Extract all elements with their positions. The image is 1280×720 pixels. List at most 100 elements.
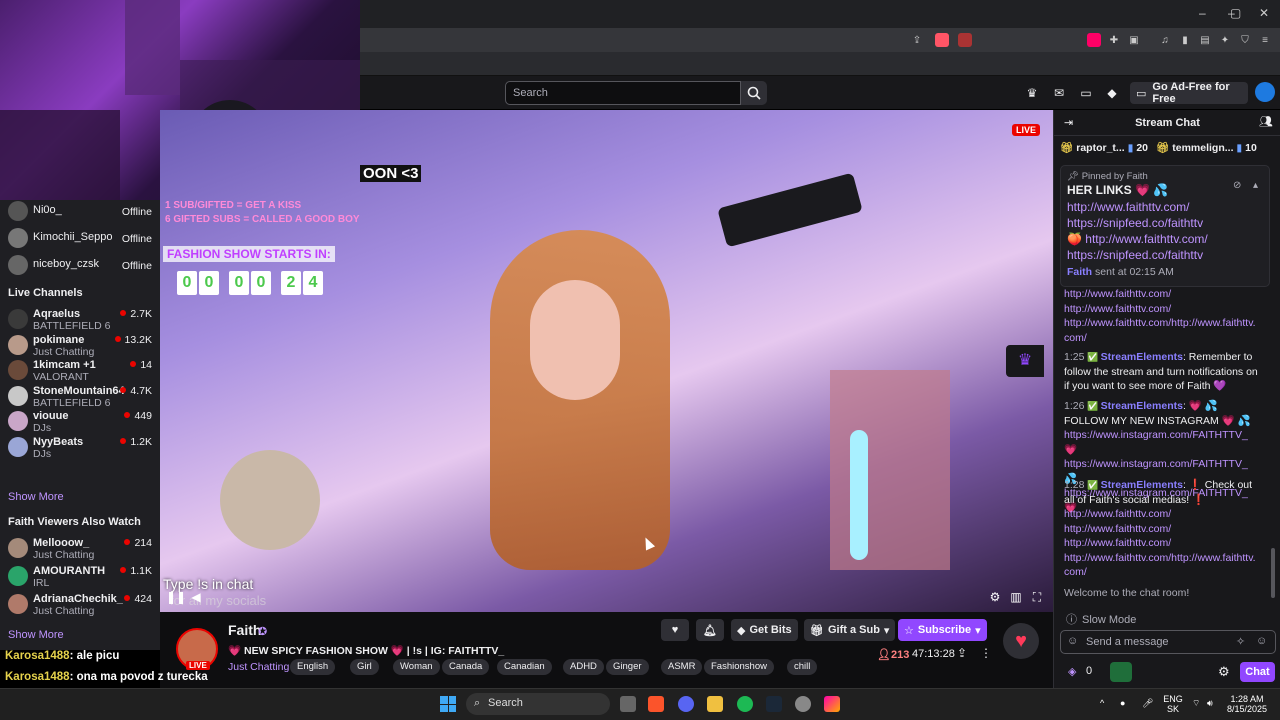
show-more-also-link[interactable]: Show More	[8, 629, 64, 641]
pinned-link[interactable]: https://snipfeed.co/faithttv	[1067, 215, 1267, 231]
community-icon[interactable]: 👥︎	[1259, 115, 1273, 128]
close-window-button[interactable]: ✕	[1259, 6, 1269, 20]
chat-send-button[interactable]: Chat	[1240, 662, 1275, 682]
chat-username[interactable]: StreamElements	[1101, 351, 1183, 363]
menu-icon[interactable]: ≡	[1258, 33, 1272, 47]
pinned-link[interactable]: https://snipfeed.co/faithttv	[1067, 247, 1267, 263]
volume-icon[interactable]: 🔊︎	[1207, 698, 1213, 708]
category-link[interactable]: Just Chatting	[228, 661, 289, 673]
microphone-icon[interactable]: 🎤︎	[1142, 698, 1153, 708]
hide-pin-icon[interactable]: ⊘	[1233, 180, 1241, 191]
puzzle-icon[interactable]: ✚	[1107, 33, 1121, 47]
top-gifter[interactable]: 🎁︎ raptor_t... ▮ 20	[1060, 142, 1148, 154]
vpn-icon[interactable]: ⛉	[1238, 33, 1252, 47]
sidebar-also-channel[interactable]: AdrianaChechik_ Just Chatting 424	[8, 590, 156, 620]
fullscreen-icon[interactable]: ⛶	[1030, 590, 1044, 604]
notifications-button[interactable]: 🔔︎	[696, 619, 724, 641]
video-player[interactable]	[160, 110, 1053, 612]
language-indicator[interactable]: ENG SK	[1163, 694, 1183, 714]
sidebar-also-channel[interactable]: Mellooow_ Just Chatting 214	[8, 534, 156, 564]
volume-icon[interactable]: ◀	[189, 590, 203, 604]
chat-settings-icon[interactable]: ⚙	[1218, 664, 1230, 680]
stream-tag[interactable]: ADHD	[563, 659, 604, 675]
theatre-mode-icon[interactable]: ▥	[1009, 590, 1023, 604]
sidebar-also-channel[interactable]: AMOURANTH IRL 1.1K	[8, 562, 156, 592]
search-input[interactable]: Search	[505, 81, 741, 105]
top-gifter[interactable]: 🎁︎ temmelign... ▮ 10	[1156, 142, 1257, 154]
app-icon[interactable]	[795, 696, 811, 712]
whispers-icon[interactable]: ▭	[1078, 85, 1094, 101]
settings-icon[interactable]: ⚙	[988, 590, 1002, 604]
chat-link[interactable]: http://www.faithttv.com/http://www.faith…	[1064, 551, 1260, 566]
task-view-icon[interactable]	[620, 696, 636, 712]
chat-username[interactable]: StreamElements	[1101, 479, 1183, 491]
brave-browser-icon[interactable]	[648, 696, 664, 712]
collapse-chat-icon[interactable]: ⇥	[1064, 116, 1073, 129]
streamer-name[interactable]: Faith	[228, 622, 261, 638]
chat-link[interactable]: http://www.faithttv.com/	[1064, 302, 1260, 317]
stream-tag[interactable]: Ginger	[606, 659, 649, 675]
stream-tag[interactable]: English	[290, 659, 336, 675]
file-explorer-icon[interactable]	[707, 696, 723, 712]
magic-icon[interactable]: ✧	[1236, 635, 1245, 648]
extension-icon[interactable]	[1087, 33, 1101, 47]
chat-link[interactable]: https://www.instagram.com/FAITHTTV_ 💗	[1064, 428, 1260, 457]
tray-app-icon[interactable]: ●	[1120, 698, 1125, 708]
taskbar-search[interactable]: Search	[466, 693, 610, 715]
brave-rewards-icon[interactable]	[958, 33, 972, 47]
clock[interactable]: 1:28 AM 8/15/2025	[1224, 694, 1270, 714]
stream-tag[interactable]: Girl	[350, 659, 379, 675]
chat-link[interactable]: http://www.faithttv.com/	[1064, 507, 1260, 522]
gift-sub-button[interactable]: 🎁︎ Gift a Sub ▾	[804, 619, 896, 641]
get-bits-button[interactable]: ◆ Get Bits	[731, 619, 798, 641]
discord-icon[interactable]	[678, 696, 694, 712]
stream-tag[interactable]: Canadian	[497, 659, 552, 675]
more-options-icon[interactable]: ⋮	[980, 646, 992, 660]
sidebar-followed-channel[interactable]: Kimochii_Seppo Offline	[8, 224, 156, 254]
steam-icon[interactable]	[766, 696, 782, 712]
prediction-icon[interactable]	[1110, 662, 1132, 682]
wallet-icon[interactable]: ▤	[1198, 33, 1212, 47]
start-icon[interactable]	[440, 696, 456, 712]
chat-link[interactable]: http://www.faithttv.com/http://www.faith…	[1064, 316, 1260, 331]
chat-link[interactable]: http://www.faithttv.com/	[1064, 522, 1260, 537]
stream-tag[interactable]: Fashionshow	[704, 659, 774, 675]
pinned-link[interactable]: http://www.faithttv.com/	[1067, 199, 1267, 215]
chat-link[interactable]: com/	[1064, 565, 1260, 580]
follow-heart-button[interactable]: ♥	[661, 619, 689, 641]
stream-tag[interactable]: Canada	[442, 659, 490, 675]
sidebar-live-channel[interactable]: NyyBeats DJs 1.2K	[8, 433, 156, 463]
minimize-window-button[interactable]: –	[1199, 6, 1206, 20]
sidebar-followed-channel[interactable]: niceboy_czsk Offline	[8, 251, 156, 281]
emoji-icon[interactable]: ☺	[1256, 635, 1267, 647]
subscribe-button[interactable]: ☆ Subscribe ▾	[898, 619, 987, 641]
sidebar-icon[interactable]: ▮	[1178, 33, 1192, 47]
chat-username[interactable]: StreamElements	[1101, 400, 1183, 412]
stream-tag[interactable]: chill	[787, 659, 818, 675]
chat-link[interactable]: http://www.faithttv.com/	[1064, 536, 1260, 551]
hype-heart-button[interactable]: ♥	[1003, 623, 1039, 659]
chevron-up-icon[interactable]: ▴	[1253, 180, 1258, 191]
share-icon[interactable]: ⇪	[957, 646, 967, 660]
user-avatar[interactable]	[1255, 82, 1275, 102]
tray-chevron-up-icon[interactable]: ^	[1100, 698, 1104, 708]
brave-shield-icon[interactable]	[935, 33, 949, 47]
search-button[interactable]	[741, 81, 767, 105]
screenshot-icon[interactable]: ▣	[1127, 33, 1141, 47]
share-icon[interactable]: ⇪	[910, 33, 924, 47]
ad-free-button[interactable]: ▭ Go Ad-Free for Free	[1130, 81, 1248, 105]
crown-icon[interactable]: ♛	[1006, 345, 1044, 377]
stream-tag[interactable]: Woman	[393, 659, 440, 675]
crown-prime-icon[interactable]: ♛	[1024, 85, 1040, 101]
photos-icon[interactable]	[824, 696, 840, 712]
pause-icon[interactable]: ❚❚	[166, 590, 186, 604]
leo-icon[interactable]: ✦	[1218, 33, 1232, 47]
show-more-live-link[interactable]: Show More	[8, 491, 64, 503]
emote-picker-icon[interactable]: ☺	[1067, 635, 1078, 647]
channel-points-icon[interactable]: ◈	[1068, 665, 1076, 678]
inbox-icon[interactable]: ✉	[1051, 85, 1067, 101]
stream-tag[interactable]: ASMR	[661, 659, 703, 675]
wifi-icon[interactable]: ⌔	[1192, 698, 1200, 708]
music-icon[interactable]: ♫	[1158, 33, 1172, 47]
sidebar-followed-channel[interactable]: Ni0o_ Offline	[8, 197, 156, 227]
